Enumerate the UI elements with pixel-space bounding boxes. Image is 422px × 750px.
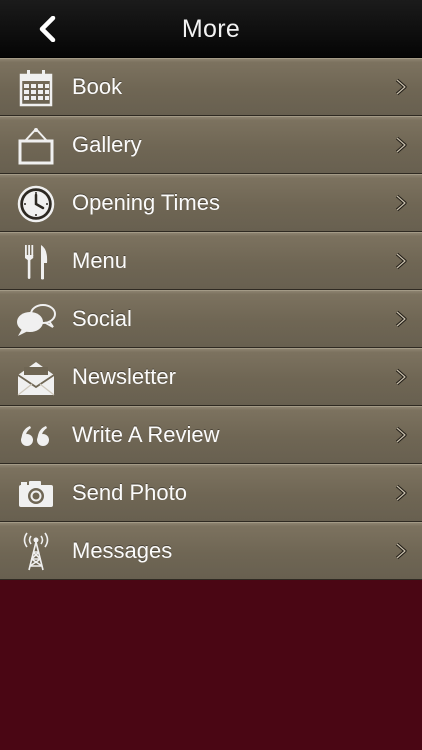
calendar-icon — [14, 68, 58, 108]
chevron-right-icon — [395, 78, 407, 96]
antenna-icon — [14, 532, 58, 572]
empty-background-area — [0, 580, 422, 750]
envelope-icon — [14, 358, 58, 398]
menu-item-menu[interactable]: Menu — [0, 232, 422, 290]
camera-icon — [14, 474, 58, 514]
chevron-right-icon — [395, 252, 407, 270]
fork-knife-icon — [14, 242, 58, 282]
speech-bubbles-icon — [14, 300, 58, 340]
chevron-right-icon — [395, 310, 407, 328]
menu-item-write-a-review[interactable]: Write A Review — [0, 406, 422, 464]
navigation-bar: More — [0, 0, 422, 58]
menu-item-label: Newsletter — [72, 364, 176, 389]
menu-item-label: Messages — [72, 538, 173, 563]
quote-icon — [14, 416, 58, 456]
chevron-right-icon — [395, 542, 407, 560]
menu-item-gallery[interactable]: Gallery — [0, 116, 422, 174]
chevron-right-icon — [395, 136, 407, 154]
menu-item-messages[interactable]: Messages — [0, 522, 422, 580]
chevron-right-icon — [395, 194, 407, 212]
menu-item-label: Send Photo — [72, 480, 187, 505]
menu-item-label: Social — [72, 306, 132, 331]
picture-frame-icon — [14, 126, 58, 166]
menu-item-label: Opening Times — [72, 190, 220, 215]
menu-item-social[interactable]: Social — [0, 290, 422, 348]
menu-item-book[interactable]: Book — [0, 58, 422, 116]
menu-item-label: Menu — [72, 248, 128, 273]
menu-item-label: Book — [72, 74, 123, 99]
more-menu-list: Book Gallery Opening Times Menu Social N… — [0, 58, 422, 580]
page-title: More — [181, 15, 241, 43]
menu-item-label: Write A Review — [72, 422, 220, 447]
chevron-right-icon — [395, 484, 407, 502]
chevron-right-icon — [395, 368, 407, 386]
clock-icon — [14, 184, 58, 224]
menu-item-newsletter[interactable]: Newsletter — [0, 348, 422, 406]
chevron-right-icon — [395, 426, 407, 444]
menu-item-opening-times[interactable]: Opening Times — [0, 174, 422, 232]
menu-item-send-photo[interactable]: Send Photo — [0, 464, 422, 522]
menu-item-label: Gallery — [72, 132, 142, 157]
